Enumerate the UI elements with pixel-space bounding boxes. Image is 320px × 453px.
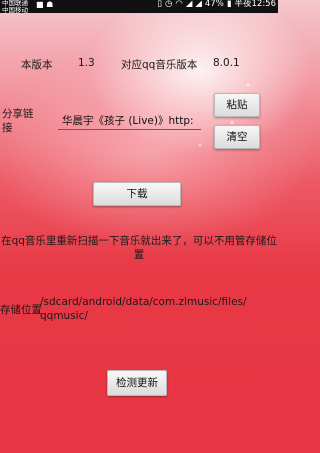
signal-icon: ◢ [185,0,193,9]
share-link-input[interactable] [58,112,201,130]
android-icon: ☗ [46,0,54,9]
share-link-label: 分享链接 [2,108,34,134]
notification-icons: ■ ☗ [36,0,54,9]
storage-path: /sdcard/android/data/com.zlmusic/files/q… [40,296,247,322]
storage-label: 存储位置 [0,304,42,316]
clear-button[interactable]: 清空 [214,125,260,149]
vibrate-icon: ▯ [157,0,162,9]
download-button[interactable]: 下载 [93,182,181,206]
battery-icon: ▮ [226,0,232,9]
wifi-icon: ◠ [175,0,183,9]
battery-percent: 47% [204,0,224,9]
paste-button[interactable]: 粘贴 [214,93,260,117]
signal-2-icon: ◢ [195,0,202,9]
alarm-icon: ◷ [164,0,173,9]
qq-version-label: 对应qq音乐版本 [121,59,198,71]
app-version-value: 1.3 [78,57,95,69]
status-right: ▯ ◷ ◠ ◢ ◢ 47% ▮ 半夜12:56 [157,0,277,9]
rescan-hint: 在qq音乐里重新扫描一下音乐就出来了，可以不用管存储位置 [1,235,277,261]
carrier-names: 中国联通 中国移动 [2,0,28,13]
qq-version-value: 8.0.1 [213,57,240,69]
app-notification-icon: ■ [36,0,44,9]
app-version-label: 本版本 [21,59,53,71]
status-bar: 中国联通 中国移动 ■ ☗ ▯ ◷ ◠ ◢ ◢ 47% ▮ 半夜12:56 [0,0,278,13]
clock: 半夜12:56 [234,0,277,9]
check-update-button[interactable]: 检测更新 [107,370,167,396]
carrier-2: 中国移动 [2,5,28,14]
